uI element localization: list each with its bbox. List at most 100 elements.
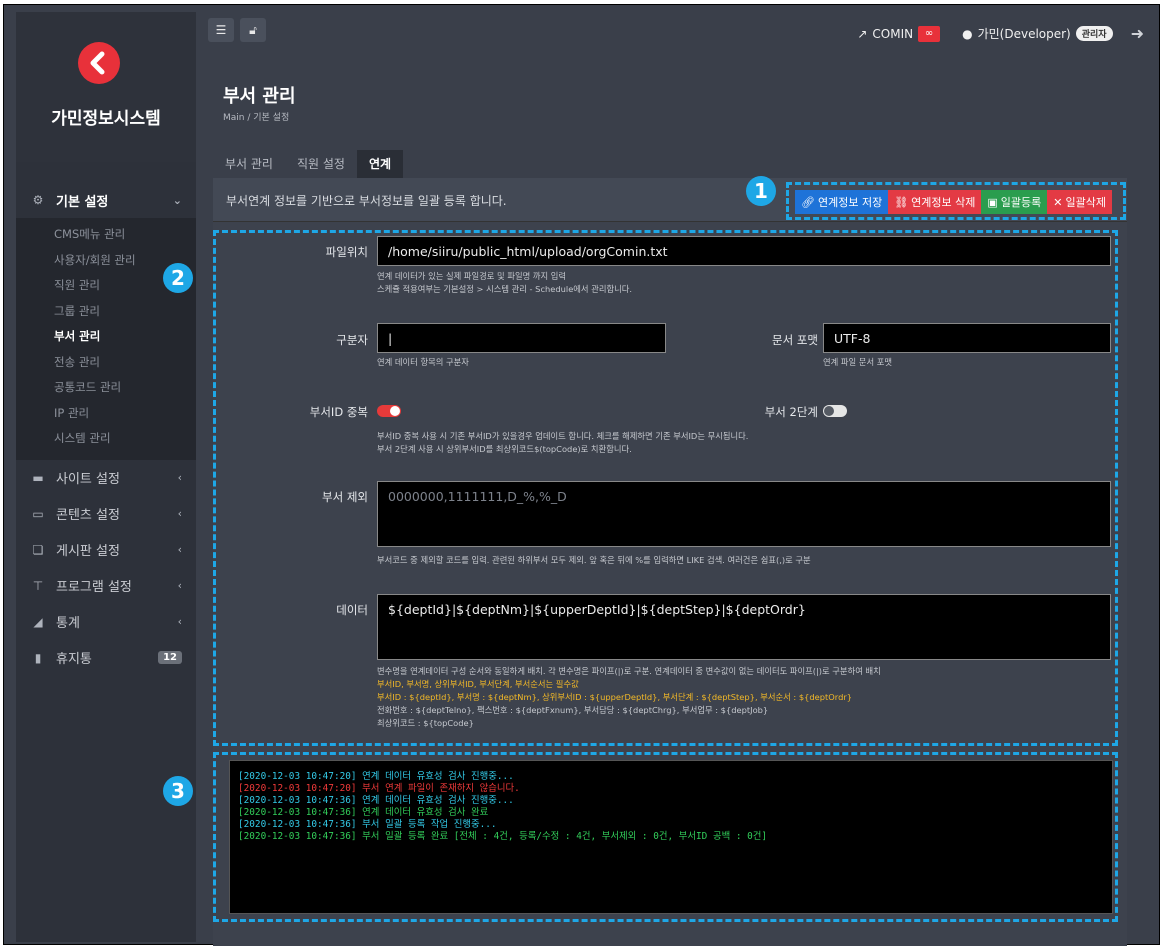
sidebar-item-label: 게시판 설정 <box>56 544 120 559</box>
submenu-item-groups[interactable]: 그룹 관리 <box>16 299 196 325</box>
content-icon: ▭ <box>32 506 44 521</box>
dept-two-step-toggle[interactable] <box>823 405 847 417</box>
submenu-item-common-codes[interactable]: 공통코드 관리 <box>16 375 196 401</box>
chart-icon: ◢ <box>33 614 43 629</box>
sidebar-item-program-settings[interactable]: ⊤ 프로그램 설정 ‹ <box>16 568 196 604</box>
chevron-left-icon <box>90 51 105 75</box>
delimiter-label: 구분자 <box>336 333 368 347</box>
submenu-item-system[interactable]: 시스템 관리 <box>16 426 196 452</box>
log-line: [2020-12-03 10:47:36] 부서 일괄 등록 완료 [전체 : … <box>238 831 768 842</box>
toggle-help-2: 부서 2단계 사용 시 상위부서ID를 최상위코드$(topCode)로 치환합… <box>377 444 632 454</box>
top-right-bar: ↗ COMIN ∞ ● 가민(Developer) 관리자 ➜ <box>857 24 1144 43</box>
sidebar-header <box>16 12 196 162</box>
tab-departments[interactable]: 부서 관리 <box>213 150 285 178</box>
toggle-knob <box>824 406 834 416</box>
log-console[interactable]: [2020-12-03 10:47:20] 연계 데이터 유효성 검사 진행중.… <box>229 760 1113 914</box>
tab-staff-settings[interactable]: 직원 설정 <box>285 150 357 178</box>
unlock-icon: 🔓︎ <box>249 22 257 37</box>
breadcrumb: Main / 기본 설정 <box>223 113 290 123</box>
data-help-optional: 전화번호 : ${deptTelno}, 팩스번호 : ${deptFxnum}… <box>377 705 769 715</box>
chevron-left-icon: ‹ <box>177 579 182 592</box>
toggle-help: 부서ID 중복 사용 시 기존 부서ID가 있을경우 업데이트 합니다. 체크를… <box>377 431 749 441</box>
log-line: [2020-12-03 10:47:36] 연계 데이터 유효성 검사 완료 <box>238 807 489 818</box>
gears-icon: ⚙ <box>32 193 44 207</box>
log-line: [2020-12-03 10:47:36] 연계 데이터 유효성 검사 진행중.… <box>238 795 514 806</box>
chat-icon: ❏ <box>32 542 44 557</box>
data-help-variables: 부서ID : ${deptId}, 부서명 : ${deptNm}, 상위부서I… <box>377 692 853 702</box>
exclude-label: 부서 제외 <box>322 490 368 504</box>
submenu-item-departments[interactable]: 부서 관리 <box>16 324 196 350</box>
dept-id-duplicate-label: 부서ID 중복 <box>309 405 368 419</box>
data-help-required: 부서ID, 부서명, 상위부서ID, 부서단계, 부서순서는 필수값 <box>377 679 579 689</box>
data-help-topcode: 최상위코드 : ${topCode} <box>377 718 474 728</box>
sidebar-item-label: 콘텐츠 설정 <box>56 508 120 523</box>
page-title: 부서 관리 <box>223 86 296 107</box>
sidebar-item-label: 휴지통 <box>56 652 92 667</box>
tab-bar: 부서 관리 직원 설정 연계 <box>213 150 404 178</box>
chevron-left-icon: ‹ <box>177 543 182 556</box>
sidebar-nav: ⚙ 기본 설정 ⌄ CMS메뉴 관리 사용자/회원 관리 직원 관리 그룹 관리… <box>16 182 196 676</box>
submenu-item-ip[interactable]: IP 관리 <box>16 401 196 427</box>
sidebar-item-label: 기본 설정 <box>56 194 109 210</box>
site-title: 가민정보시스템 <box>51 109 161 129</box>
sidebar-item-basic-settings[interactable]: ⚙ 기본 설정 ⌄ <box>16 182 196 218</box>
sidebar-item-statistics[interactable]: ◢ 통계 ‹ <box>16 604 196 640</box>
sidebar-item-label: 사이트 설정 <box>56 472 120 487</box>
delimiter-input[interactable]: | <box>377 323 666 353</box>
annotation-box-1 <box>786 182 1126 220</box>
user-menu[interactable]: ● 가민(Developer) 관리자 <box>962 25 1113 42</box>
exclude-textarea[interactable]: 0000000,1111111,D_%,%_D <box>377 481 1111 547</box>
submenu-item-cms-menu[interactable]: CMS메뉴 관리 <box>16 222 196 248</box>
comin-label: COMIN <box>872 26 914 41</box>
exclude-help: 부서코드 중 제외할 코드를 입력. 관련된 하위부서 모두 제외. 앞 혹은 … <box>377 555 811 565</box>
encoding-help: 연계 파일 문서 포맷 <box>823 357 892 367</box>
toggle-knob <box>390 406 400 416</box>
tab-integration[interactable]: 연계 <box>356 150 404 178</box>
chevron-left-icon: ‹ <box>177 615 182 628</box>
trash-icon: ▮ <box>34 650 42 665</box>
log-line: [2020-12-03 10:47:20] 부서 연계 파일이 존재하지 않습니… <box>238 783 520 794</box>
chevron-down-icon: ⌄ <box>172 193 182 207</box>
log-line: [2020-12-03 10:47:20] 연계 데이터 유효성 검사 진행중.… <box>238 771 514 782</box>
notice-text: 부서연계 정보를 기반으로 부서정보를 일괄 등록 합니다. <box>226 194 507 208</box>
annotation-marker-2: 2 <box>163 263 193 293</box>
data-help: 변수명을 연계데이터 구성 순서와 동일하게 배치. 각 변수명은 파이프(|)… <box>377 666 881 676</box>
trash-count-badge: 12 <box>158 651 182 664</box>
logout-icon[interactable]: ➜ <box>1131 24 1144 43</box>
data-textarea[interactable]: ${deptId}|${deptNm}|${upperDeptId}|${dep… <box>377 594 1111 660</box>
sidebar-item-label: 통계 <box>56 616 80 631</box>
file-location-help-2: 스케쥴 적용여부는 기본설정 > 시스템 관리 - Schedule에서 관리합… <box>377 284 633 294</box>
submenu-item-transmission[interactable]: 전송 관리 <box>16 350 196 376</box>
sidebar-item-content-settings[interactable]: ▭ 콘텐츠 설정 ‹ <box>16 496 196 532</box>
annotation-marker-1: 1 <box>746 176 776 206</box>
sidebar-item-board-settings[interactable]: ❏ 게시판 설정 ‹ <box>16 532 196 568</box>
annotation-marker-3: 3 <box>163 776 193 806</box>
link-icon[interactable]: ∞ <box>918 25 941 42</box>
file-location-input[interactable]: /home/siiru/public_html/upload/orgComin.… <box>377 236 1111 266</box>
lock-button[interactable]: 🔓︎ <box>240 18 266 42</box>
external-link-icon: ↗ <box>857 26 868 41</box>
encoding-input[interactable]: UTF-8 <box>823 323 1111 353</box>
user-name: 가민(Developer) <box>977 27 1071 41</box>
comin-link[interactable]: ↗ COMIN ∞ <box>857 25 941 42</box>
dept-id-duplicate-toggle[interactable] <box>377 405 401 417</box>
user-icon: ● <box>962 26 973 41</box>
encoding-label: 문서 포맷 <box>772 333 818 347</box>
delimiter-help: 연계 데이터 항목의 구분자 <box>377 357 469 367</box>
submenu: CMS메뉴 관리 사용자/회원 관리 직원 관리 그룹 관리 부서 관리 전송 … <box>16 218 196 460</box>
sitemap-icon: ⊤ <box>32 578 44 593</box>
sidebar-item-label: 프로그램 설정 <box>56 580 132 595</box>
logo[interactable] <box>78 42 120 84</box>
dept-two-step-label: 부서 2단계 <box>764 405 818 419</box>
chevron-left-icon: ‹ <box>177 471 182 484</box>
sidebar-item-trash[interactable]: ▮ 휴지통 12 <box>16 640 196 676</box>
menu-toggle-button[interactable]: ☰ <box>208 18 234 42</box>
file-location-help: 연계 데이터가 있는 실제 파일경로 및 파일명 까지 입력 <box>377 271 567 281</box>
data-label: 데이터 <box>336 603 368 617</box>
monitor-icon: ▬ <box>32 470 44 485</box>
list-icon: ☰ <box>215 23 227 37</box>
log-line: [2020-12-03 10:47:36] 부서 일괄 등록 작업 진행중... <box>238 819 497 830</box>
sidebar-item-site-settings[interactable]: ▬ 사이트 설정 ‹ <box>16 460 196 496</box>
role-badge: 관리자 <box>1075 26 1113 41</box>
file-location-label: 파일위치 <box>325 245 368 259</box>
